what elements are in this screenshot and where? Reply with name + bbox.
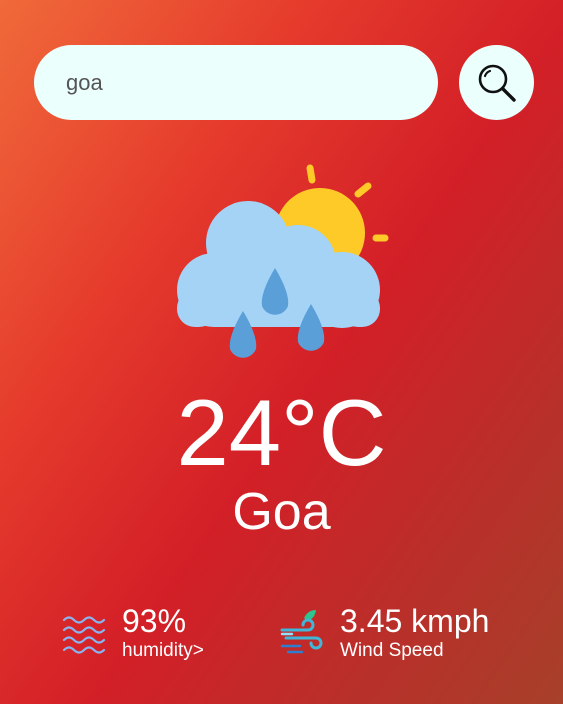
search-input[interactable] xyxy=(34,45,438,120)
humidity-waves-icon xyxy=(62,616,106,654)
wind-speed-label: Wind Speed xyxy=(340,640,444,661)
wind-speed-value: 3.45 kmph xyxy=(340,603,490,639)
search-bar xyxy=(34,45,534,120)
temperature: 24°C xyxy=(176,380,387,485)
humidity-panel: 93% humidity> xyxy=(62,598,204,668)
humidity-value: 93% xyxy=(122,603,187,639)
humidity-label: humidity> xyxy=(122,640,204,661)
wind-icon xyxy=(280,610,323,654)
city-name: Goa xyxy=(232,483,331,541)
search-button[interactable] xyxy=(459,45,534,120)
search-icon xyxy=(478,64,516,102)
weather-card: 24°C Goa 93% humidity> xyxy=(0,0,563,704)
rain-sun-icon xyxy=(177,164,389,358)
wind-panel: 3.45 kmph Wind Speed xyxy=(280,598,489,668)
